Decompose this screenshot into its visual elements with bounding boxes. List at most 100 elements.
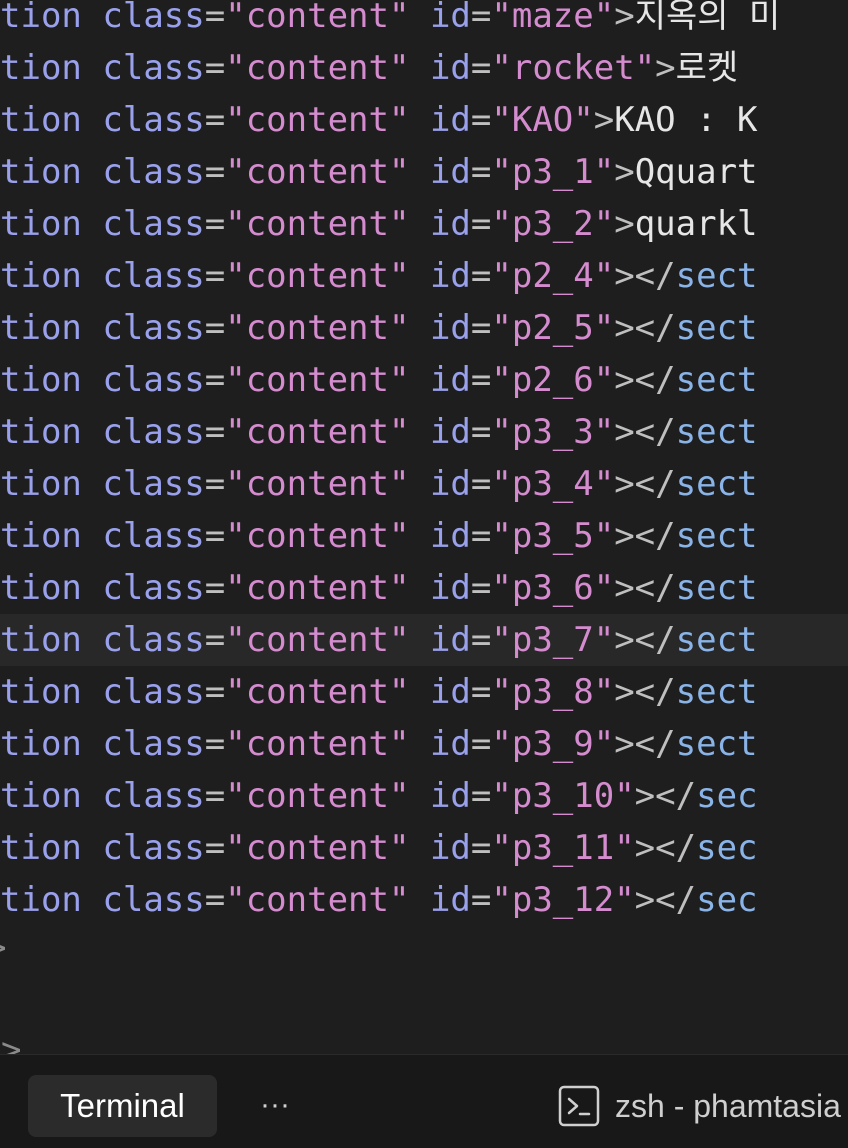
- terminal-session-label[interactable]: zsh - phamtasia: [615, 1083, 841, 1129]
- attr-value: "content": [225, 672, 410, 712]
- content-text: 지옥의 미: [634, 0, 781, 36]
- attr-name: id: [429, 672, 471, 712]
- code-line[interactable]: tion class="content" id="p3_8"></sect: [0, 666, 848, 718]
- equals: =: [470, 568, 492, 608]
- tag-fragment: tion: [0, 48, 82, 88]
- closing-tag: sect: [675, 516, 758, 556]
- equals: =: [204, 308, 226, 348]
- tag-fragment: tion: [0, 256, 82, 296]
- tag-fragment: tion: [0, 828, 82, 868]
- attr-name: class: [102, 776, 205, 816]
- tag-close: ></: [614, 464, 676, 504]
- attr-name: class: [102, 724, 205, 764]
- equals: =: [204, 256, 226, 296]
- tag-close: ></: [614, 256, 676, 296]
- code-line[interactable]: tion class="content" id="p3_5"></sect: [0, 510, 848, 562]
- code-line[interactable]: tion class="content" id="p3_10"></sec: [0, 770, 848, 822]
- attr-name: id: [429, 464, 471, 504]
- attr-value: "p3_4": [491, 464, 615, 504]
- code-line[interactable]: tion class="content" id="p3_11"></sec: [0, 822, 848, 874]
- attr-name: class: [102, 152, 205, 192]
- equals: =: [204, 568, 226, 608]
- attr-value: "content": [225, 828, 410, 868]
- code-line[interactable]: tion class="content" id="KAO">KAO : K: [0, 94, 848, 146]
- attr-name: id: [429, 308, 471, 348]
- code-line[interactable]: tion class="content" id="p3_6"></sect: [0, 562, 848, 614]
- closing-tag: sect: [675, 308, 758, 348]
- equals: =: [470, 516, 492, 556]
- attr-value: "p3_5": [491, 516, 615, 556]
- content-text: KAO : K: [614, 100, 758, 140]
- attr-value: "content": [225, 100, 410, 140]
- closing-tag: sect: [675, 412, 758, 452]
- attr-name: class: [102, 360, 205, 400]
- equals: =: [470, 360, 492, 400]
- tag-fragment: tion: [0, 620, 82, 660]
- content-text: Qquart: [634, 152, 758, 192]
- equals: =: [204, 0, 226, 36]
- attr-value: "p3_8": [491, 672, 615, 712]
- attr-name: id: [429, 256, 471, 296]
- equals: =: [204, 828, 226, 868]
- code-line[interactable]: tion class="content" id="p3_1">Qquart: [0, 146, 848, 198]
- attr-value: "maze": [491, 0, 615, 36]
- tag-close: ></: [614, 516, 676, 556]
- equals: =: [204, 620, 226, 660]
- code-line[interactable]: tion class="content" id="p3_2">quarkl: [0, 198, 848, 250]
- attr-value: "p2_4": [491, 256, 615, 296]
- equals: =: [470, 828, 492, 868]
- code-editor[interactable]: tion class="content" id="maze">지옥의 미 tio…: [0, 0, 848, 1054]
- attr-name: class: [102, 568, 205, 608]
- attr-value: "content": [225, 360, 410, 400]
- attr-value: "p3_11": [491, 828, 635, 868]
- equals: =: [470, 308, 492, 348]
- code-line[interactable]: tion class="content" id="p3_4"></sect: [0, 458, 848, 510]
- attr-name: id: [429, 880, 471, 920]
- attr-name: class: [102, 464, 205, 504]
- tag-fragment: tion: [0, 0, 82, 36]
- code-line[interactable]: tion class="content" id="p2_4"></sect: [0, 250, 848, 302]
- attr-name: id: [429, 412, 471, 452]
- equals: =: [470, 672, 492, 712]
- tag-fragment: tion: [0, 724, 82, 764]
- content-text: quarkl: [634, 204, 758, 244]
- code-line-active[interactable]: tion class="content" id="p3_7"></sect: [0, 614, 848, 666]
- tag-close: ></: [634, 828, 697, 868]
- tag-fragment: tion: [0, 516, 82, 556]
- attr-name: id: [429, 776, 471, 816]
- tag-fragment: tion: [0, 412, 82, 452]
- tag-close: >: [614, 152, 635, 192]
- attr-value: "content": [225, 0, 410, 36]
- code-line[interactable]: tion class="content" id="p2_6"></sect: [0, 354, 848, 406]
- attr-value: "rocket": [491, 48, 656, 88]
- attr-name: id: [429, 48, 471, 88]
- tag-fragment: tion: [0, 100, 82, 140]
- tag-fragment: tion: [0, 204, 82, 244]
- code-line[interactable]: tion class="content" id="rocket">로켓: [0, 42, 848, 94]
- attr-value: "content": [225, 308, 410, 348]
- closing-tag: sec: [696, 828, 758, 868]
- content-text: 로켓: [675, 48, 759, 88]
- equals: =: [470, 152, 492, 192]
- code-line[interactable]: tion class="content" id="p2_5"></sect: [0, 302, 848, 354]
- closing-tag: sect: [675, 672, 758, 712]
- code-line[interactable]: tion class="content" id="p3_12"></sec: [0, 874, 848, 926]
- tag-fragment: tion: [0, 464, 82, 504]
- attr-value: "p3_2": [491, 204, 615, 244]
- code-line[interactable]: tion class="content" id="p3_9"></sect: [0, 718, 848, 770]
- attr-value: "content": [225, 412, 410, 452]
- code-line[interactable]: tion class="content" id="maze">지옥의 미: [0, 0, 848, 42]
- closing-tag: sec: [696, 776, 758, 816]
- attr-value: "p3_12": [491, 880, 635, 920]
- code-line[interactable]: tion class="content" id="p3_3"></sect: [0, 406, 848, 458]
- attr-name: class: [102, 204, 205, 244]
- equals: =: [470, 412, 492, 452]
- attr-value: "content": [225, 776, 410, 816]
- attr-name: id: [429, 204, 471, 244]
- terminal-icon[interactable]: [558, 1085, 600, 1127]
- tab-terminal[interactable]: Terminal: [28, 1075, 217, 1137]
- attr-name: id: [429, 620, 471, 660]
- tag-close: >: [593, 100, 615, 140]
- more-options-button[interactable]: ···: [255, 1083, 295, 1127]
- equals: =: [470, 48, 492, 88]
